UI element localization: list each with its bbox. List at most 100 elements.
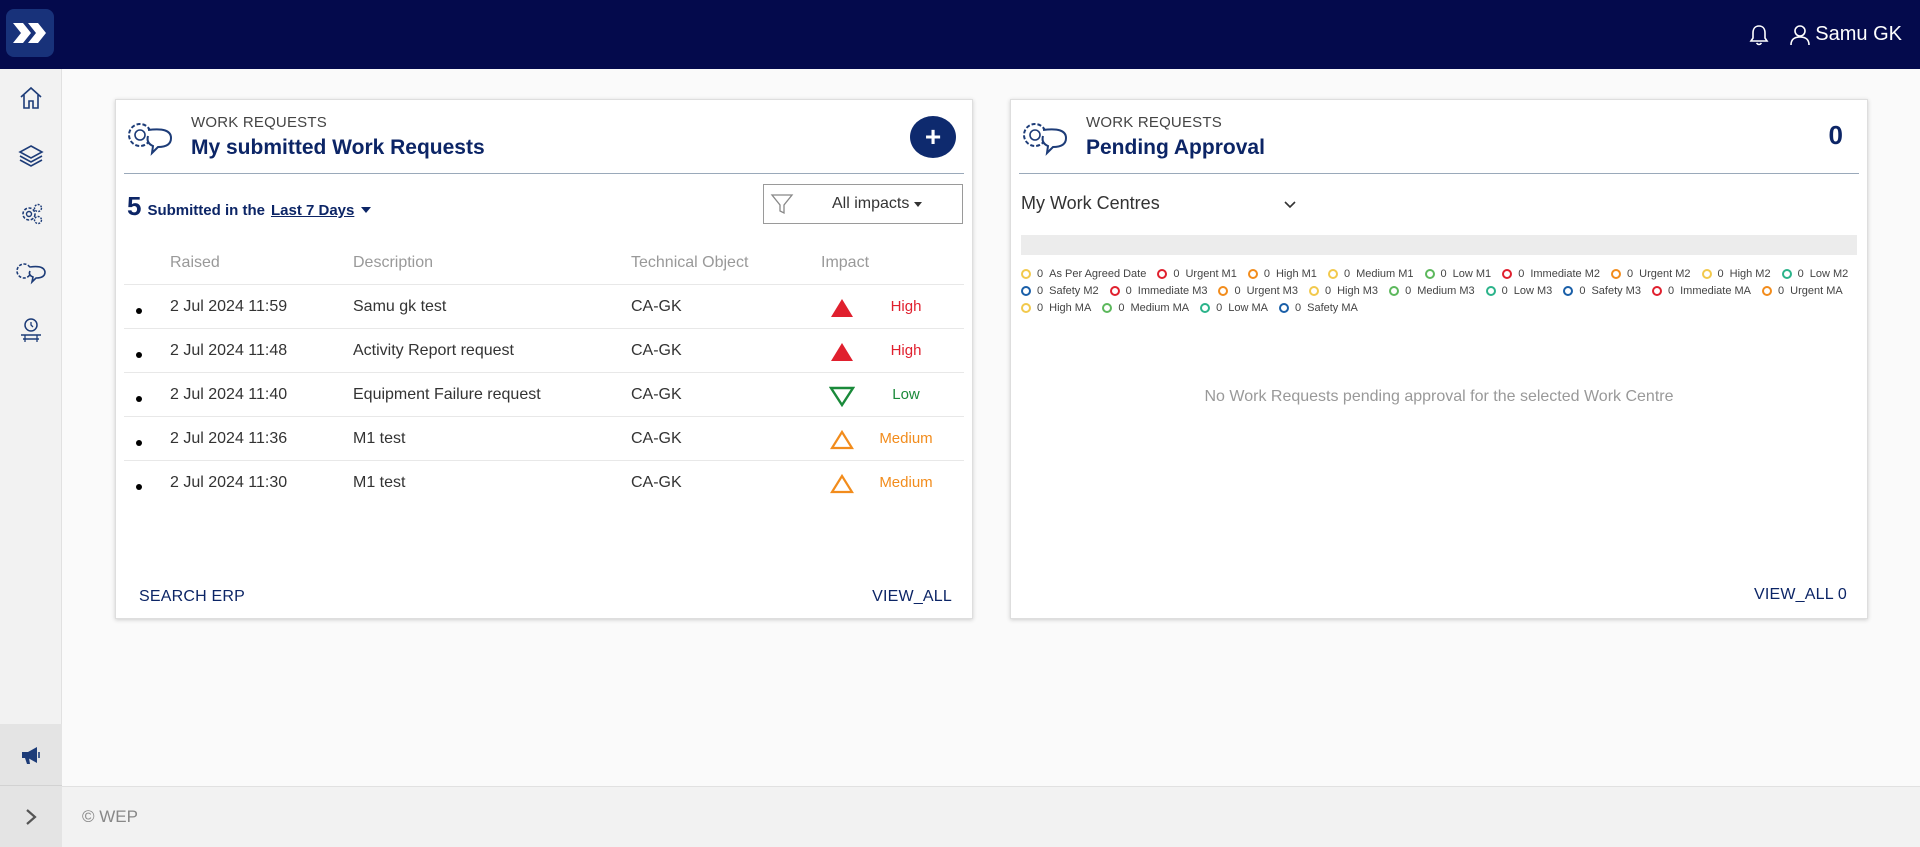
sidebar-item-work-requests[interactable] bbox=[0, 243, 62, 301]
add-work-request-button[interactable]: + bbox=[910, 116, 956, 158]
legend-label: Safety M3 bbox=[1591, 285, 1641, 297]
legend-label: Urgent M1 bbox=[1185, 268, 1237, 280]
view-all-link[interactable]: VIEW_ALL bbox=[872, 588, 952, 606]
legend-item: 0 Low M1 bbox=[1424, 268, 1491, 280]
legend-value: 0 bbox=[1118, 302, 1125, 314]
search-erp-link[interactable]: SEARCH ERP bbox=[139, 588, 245, 606]
card-title: My submitted Work Requests bbox=[191, 136, 485, 159]
caret-down-icon[interactable] bbox=[361, 207, 372, 213]
period-dropdown[interactable]: Last 7 Days bbox=[271, 202, 354, 219]
legend-label: Safety MA bbox=[1307, 302, 1358, 314]
legend-item: 0 Low M2 bbox=[1781, 268, 1848, 280]
row-raised: 2 Jul 2024 11:40 bbox=[170, 386, 288, 403]
legend-label: High MA bbox=[1049, 302, 1092, 314]
medium-impact-icon bbox=[830, 429, 854, 450]
empty-state-message: No Work Requests pending approval for th… bbox=[1204, 388, 1674, 405]
legend-value: 0 bbox=[1295, 302, 1302, 314]
legend-value: 0 bbox=[1518, 268, 1525, 280]
legend-item: 0 Urgent M3 bbox=[1218, 285, 1298, 297]
submitted-count: 5 bbox=[127, 191, 142, 221]
table-row[interactable]: 2 Jul 2024 11:40 Equipment Failure reques… bbox=[124, 373, 964, 417]
caret-down-icon bbox=[914, 202, 922, 207]
legend-label: Low MA bbox=[1228, 302, 1268, 314]
column-header-raised[interactable]: Raised bbox=[170, 254, 220, 272]
table-row[interactable]: 2 Jul 2024 11:59 Samu gk test CA-GK High bbox=[124, 285, 964, 329]
high-impact-icon bbox=[831, 299, 853, 317]
legend-item: 0 High M1 bbox=[1247, 268, 1317, 280]
legend-item: 0 High M2 bbox=[1701, 268, 1771, 280]
app-logo[interactable] bbox=[6, 9, 54, 57]
legend-item: 0 Immediate M3 bbox=[1109, 285, 1207, 297]
notifications-bell-icon[interactable] bbox=[1747, 23, 1771, 47]
sidebar-item-technician[interactable] bbox=[0, 301, 62, 359]
status-ring-icon bbox=[1327, 269, 1338, 279]
megaphone-icon bbox=[22, 747, 40, 764]
row-bullet bbox=[136, 484, 142, 490]
row-technical-object: CA-GK bbox=[631, 386, 682, 403]
card-header: WORK REQUESTS Pending Approval 0 bbox=[1019, 100, 1859, 174]
legend-label: Urgent M2 bbox=[1639, 268, 1691, 280]
legend-label: Immediate MA bbox=[1680, 285, 1752, 297]
legend-value: 0 bbox=[1125, 285, 1132, 297]
row-raised: 2 Jul 2024 11:59 bbox=[170, 298, 288, 315]
layers-icon bbox=[18, 145, 44, 167]
legend-item: 0 High M3 bbox=[1308, 285, 1378, 297]
row-technical-object: CA-GK bbox=[631, 298, 682, 315]
status-bar bbox=[1021, 235, 1857, 255]
legend-label: Medium MA bbox=[1130, 302, 1190, 314]
legend-item: 0 Safety M2 bbox=[1021, 285, 1099, 297]
row-impact: Medium bbox=[879, 474, 933, 491]
legend-item: 0 Immediate MA bbox=[1651, 285, 1752, 297]
status-ring-icon bbox=[1102, 303, 1113, 313]
status-ring-icon bbox=[1157, 269, 1168, 279]
status-ring-icon bbox=[1424, 269, 1435, 279]
legend-value: 0 bbox=[1778, 285, 1785, 297]
announcements-button[interactable] bbox=[0, 726, 62, 784]
legend-label: High M2 bbox=[1729, 268, 1771, 280]
legend-value: 0 bbox=[1627, 268, 1634, 280]
user-name: Samu GK bbox=[1815, 23, 1902, 45]
footer: © WEP bbox=[62, 786, 1920, 847]
table-row[interactable]: 2 Jul 2024 11:48 Activity Report request C… bbox=[124, 329, 964, 373]
legend-label: Safety M2 bbox=[1049, 285, 1099, 297]
status-ring-icon bbox=[1485, 286, 1496, 296]
copyright-text: © WEP bbox=[82, 807, 138, 826]
legend-value: 0 bbox=[1037, 268, 1044, 280]
pending-approval-card: WORK REQUESTS Pending Approval 0 My Work… bbox=[1010, 99, 1868, 619]
sidebar-bottom bbox=[0, 724, 62, 847]
column-header-description[interactable]: Description bbox=[353, 254, 433, 272]
impact-filter-select[interactable]: All impacts bbox=[763, 184, 963, 224]
column-header-technical-object[interactable]: Technical Object bbox=[631, 254, 748, 272]
status-ring-icon bbox=[1502, 269, 1513, 279]
sidebar-item-gears[interactable] bbox=[0, 185, 62, 243]
status-ring-icon bbox=[1563, 286, 1574, 296]
chevron-down-icon bbox=[1284, 201, 1296, 209]
view-all-link[interactable]: VIEW_ALL 0 bbox=[1754, 586, 1847, 604]
sidebar-item-layers[interactable] bbox=[0, 127, 62, 185]
status-ring-icon bbox=[1389, 286, 1400, 296]
legend-item: 0 Medium MA bbox=[1102, 302, 1189, 314]
row-description: Equipment Failure request bbox=[353, 386, 541, 403]
legend-value: 0 bbox=[1717, 268, 1724, 280]
status-ring-icon bbox=[1218, 286, 1229, 296]
legend-item: 0 Low MA bbox=[1200, 302, 1268, 314]
table-row[interactable]: 2 Jul 2024 11:30 M1 test CA-GK Medium bbox=[124, 461, 964, 505]
expand-sidebar-button[interactable] bbox=[0, 788, 62, 846]
legend-item: 0 Medium M1 bbox=[1327, 268, 1414, 280]
work-centre-select[interactable]: My Work Centres bbox=[1021, 193, 1303, 221]
sidebar-item-home[interactable] bbox=[0, 69, 62, 127]
status-ring-icon bbox=[1109, 286, 1120, 296]
row-description: M1 test bbox=[353, 430, 406, 447]
legend-value: 0 bbox=[1797, 268, 1804, 280]
filter-funnel-icon bbox=[770, 194, 794, 215]
home-icon bbox=[20, 86, 42, 109]
column-header-impact[interactable]: Impact bbox=[821, 254, 869, 272]
user-menu[interactable]: Samu GK bbox=[1789, 23, 1902, 46]
status-ring-icon bbox=[1021, 303, 1031, 313]
legend-item: 0 Urgent MA bbox=[1762, 285, 1843, 297]
row-raised: 2 Jul 2024 11:30 bbox=[170, 474, 288, 491]
card-kicker: WORK REQUESTS bbox=[1086, 114, 1222, 131]
row-bullet bbox=[136, 308, 142, 314]
pending-count: 0 bbox=[1828, 120, 1843, 150]
table-row[interactable]: 2 Jul 2024 11:36 M1 test CA-GK Medium bbox=[124, 417, 964, 461]
